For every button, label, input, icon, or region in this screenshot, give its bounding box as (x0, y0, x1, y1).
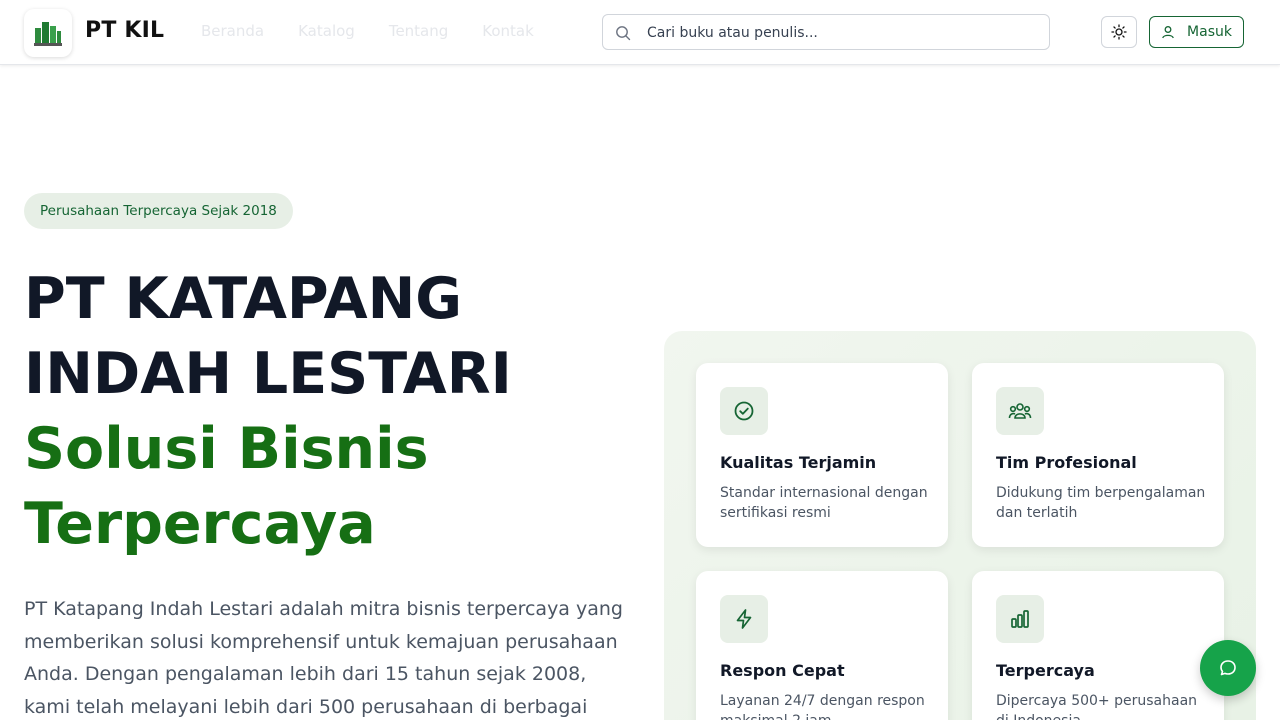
hero-title-line-3: Solusi Bisnis (24, 416, 429, 482)
nav-link-katalog[interactable]: Katalog (298, 22, 355, 40)
feature-description: Didukung tim berpengalaman dan terlatih (996, 485, 1206, 521)
search-box (602, 14, 1050, 50)
login-label: Masuk (1187, 24, 1232, 40)
nav-link-kontak[interactable]: Kontak (482, 22, 534, 40)
bar-chart-icon (1011, 610, 1029, 628)
feature-title: Terpercaya (996, 661, 1095, 680)
feature-title: Respon Cepat (720, 661, 845, 680)
users-icon (1008, 403, 1032, 419)
brand-name[interactable]: PT KIL (85, 18, 164, 43)
check-circle-icon (734, 401, 754, 421)
nav-link-tentang[interactable]: Tentang (389, 22, 448, 40)
feature-title: Kualitas Terjamin (720, 453, 877, 472)
chat-bubble-icon (1220, 660, 1236, 676)
user-icon (1162, 26, 1174, 39)
hero-title: PT KATAPANG INDAH LESTARI Solusi Bisnis … (24, 262, 644, 562)
hero-badge: Perusahaan Terpercaya Sejak 2018 (24, 193, 293, 229)
building-logo-icon (34, 22, 62, 46)
search-input[interactable] (647, 22, 1037, 44)
feature-card: Kualitas Terjamin Standar internasional … (696, 363, 948, 547)
hero-title-line-4: Terpercaya (24, 491, 376, 557)
chat-button[interactable] (1200, 640, 1256, 696)
company-logo[interactable] (24, 9, 72, 57)
search-icon (616, 26, 631, 41)
hero-title-line-1: PT KATAPANG (24, 266, 463, 332)
hero-description: PT Katapang Indah Lestari adalah mitra b… (24, 598, 623, 718)
main-nav: Beranda Katalog Tentang Kontak (201, 22, 568, 40)
feature-card: Tim Profesional Didukung tim berpengalam… (972, 363, 1224, 547)
feature-card: Respon Cepat Layanan 24/7 dengan respon … (696, 571, 948, 720)
hero-title-line-2: INDAH LESTARI (24, 341, 512, 407)
feature-description: Layanan 24/7 dengan respon maksimal 2 ja… (720, 693, 925, 720)
nav-link-beranda[interactable]: Beranda (201, 22, 264, 40)
lightning-icon (736, 609, 752, 629)
login-button[interactable]: Masuk (1149, 16, 1244, 48)
top-navbar: PT KIL Beranda Katalog Tentang Kontak M (0, 0, 1280, 65)
feature-card: Terpercaya Dipercaya 500+ perusahaan di … (972, 571, 1224, 720)
sun-icon (1111, 24, 1127, 40)
feature-description: Dipercaya 500+ perusahaan di Indonesia (996, 693, 1198, 720)
feature-title: Tim Profesional (996, 453, 1137, 472)
features-panel: Kualitas Terjamin Standar internasional … (664, 331, 1256, 720)
theme-toggle-button[interactable] (1101, 16, 1137, 48)
feature-description: Standar internasional dengan sertifikasi… (720, 485, 928, 521)
